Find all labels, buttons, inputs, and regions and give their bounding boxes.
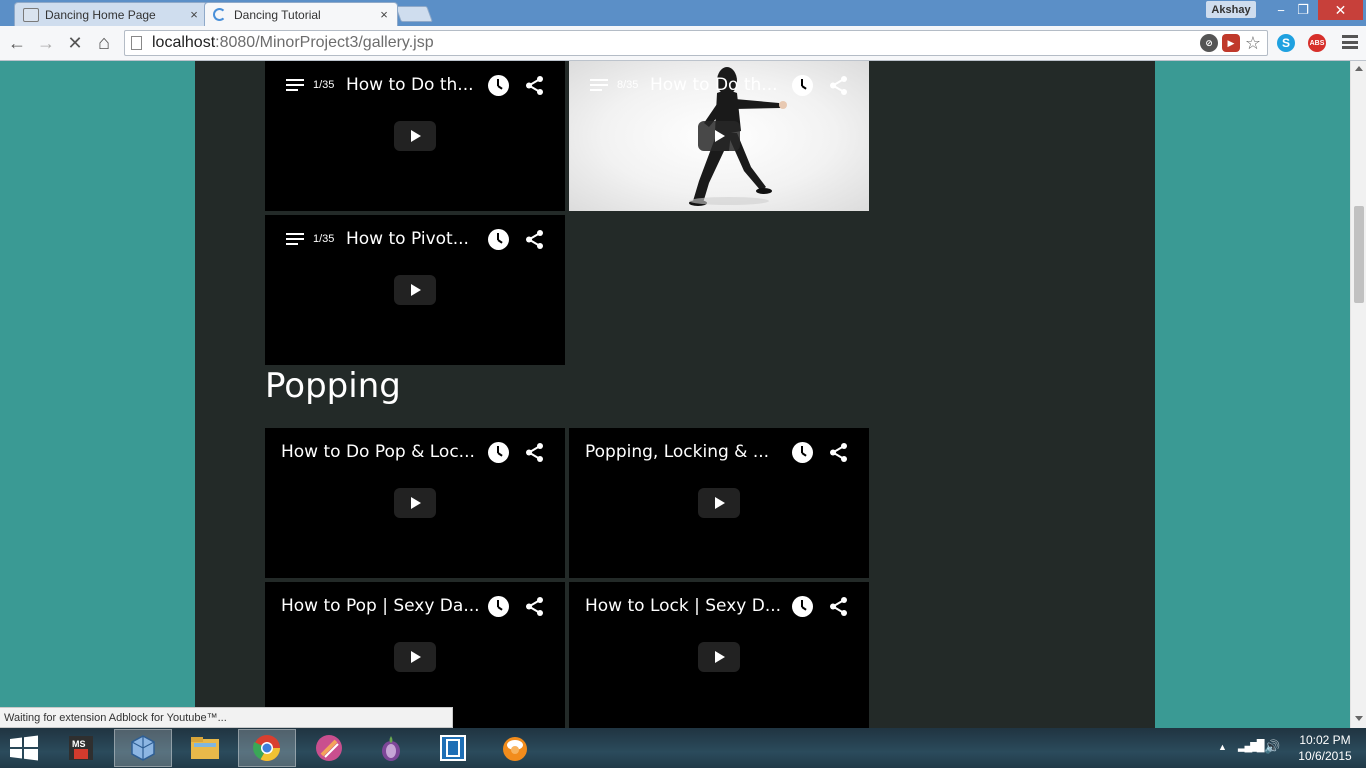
page-favicon-icon — [23, 7, 39, 22]
play-button[interactable] — [698, 642, 740, 672]
tray-overflow-icon[interactable]: ▲ — [1218, 742, 1227, 752]
profile-button[interactable]: Akshay — [1206, 1, 1256, 18]
page-icon — [131, 36, 142, 50]
watch-later-icon[interactable] — [792, 442, 813, 463]
video-embed[interactable]: Popping, Locking & ... — [569, 428, 869, 578]
share-icon[interactable] — [828, 442, 849, 463]
video-title[interactable]: How to Do th... — [650, 75, 778, 95]
scroll-up-arrow-icon[interactable] — [1355, 66, 1363, 71]
playlist-icon — [286, 233, 304, 247]
video-embed[interactable]: 1/35 How to Pivot... — [265, 215, 565, 365]
url-path: :8080/MinorProject3/gallery.jsp — [215, 34, 434, 51]
section-heading-popping: Popping — [265, 366, 401, 406]
share-icon[interactable] — [524, 75, 545, 96]
vertical-scrollbar[interactable] — [1350, 61, 1366, 728]
clock-date: 10/6/2015 — [1298, 749, 1352, 763]
tab-dancing-home-page[interactable]: Dancing Home Page × — [14, 2, 208, 26]
scrollbar-thumb[interactable] — [1354, 206, 1364, 303]
tor-icon[interactable] — [362, 729, 420, 767]
play-button[interactable] — [394, 275, 436, 305]
watch-later-icon[interactable] — [792, 75, 813, 96]
watch-later-icon[interactable] — [488, 442, 509, 463]
clock-time: 10:02 PM — [1299, 733, 1351, 747]
home-button[interactable]: ⌂ — [93, 32, 115, 54]
windows-start-icon[interactable] — [8, 735, 40, 761]
tab-label: Dancing Home Page — [45, 7, 156, 22]
playlist-count: 1/35 — [313, 233, 335, 245]
share-icon[interactable] — [524, 596, 545, 617]
status-bubble: Waiting for extension Adblock for Youtub… — [0, 707, 453, 728]
play-button[interactable] — [698, 488, 740, 518]
tab-close-icon[interactable]: × — [187, 7, 201, 22]
video-embed[interactable]: How to Do Pop & Loc... — [265, 428, 565, 578]
ms-office-icon[interactable]: MS — [52, 729, 110, 767]
media-player-icon[interactable] — [486, 729, 544, 767]
watch-later-icon[interactable] — [792, 596, 813, 617]
virtualbox-icon[interactable] — [114, 729, 172, 767]
tab-label: Dancing Tutorial — [234, 7, 321, 22]
forward-button[interactable]: → — [35, 32, 57, 54]
video-title[interactable]: How to Do Pop & Loc... — [281, 442, 475, 462]
play-button[interactable] — [394, 642, 436, 672]
share-icon[interactable] — [828, 596, 849, 617]
new-tab-button[interactable] — [395, 6, 433, 22]
adblock-icon[interactable]: ABS — [1308, 34, 1326, 52]
video-embed[interactable]: 1/35 How to Do th... — [265, 61, 565, 211]
playlist-icon — [286, 79, 304, 93]
browser-toolbar: ← → ✕ ⌂ localhost:8080/MinorProject3/gal… — [0, 26, 1366, 61]
tab-close-icon[interactable]: × — [377, 7, 391, 22]
watch-later-icon[interactable] — [488, 596, 509, 617]
skype-icon[interactable]: S — [1277, 34, 1295, 52]
video-title[interactable]: How to Do th... — [346, 75, 474, 95]
play-button[interactable] — [698, 121, 740, 151]
loading-spinner-icon — [213, 8, 226, 21]
file-explorer-icon[interactable] — [176, 729, 234, 767]
watch-later-icon[interactable] — [488, 75, 509, 96]
play-button[interactable] — [394, 121, 436, 151]
close-window-button[interactable]: ✕ — [1318, 0, 1363, 20]
volume-icon[interactable]: 🔊 — [1264, 739, 1280, 755]
network-signal-icon[interactable]: ▂▄▆█ — [1238, 739, 1264, 752]
video-title[interactable]: How to Pivot... — [346, 229, 469, 249]
playlist-count: 1/35 — [313, 79, 335, 91]
tab-dancing-tutorial[interactable]: Dancing Tutorial × — [204, 2, 398, 26]
url-host: localhost — [152, 34, 216, 51]
system-clock[interactable]: 10:02 PM 10/6/2015 — [1292, 732, 1358, 764]
windows-taskbar: MS ▲ ▂▄▆█ 🔊 10:02 PM 10/6/2015 — [0, 728, 1366, 768]
watch-later-icon[interactable] — [488, 229, 509, 250]
svg-text:MS: MS — [72, 739, 86, 749]
chrome-icon[interactable] — [238, 729, 296, 767]
stop-button[interactable]: ✕ — [64, 32, 86, 54]
share-icon[interactable] — [524, 442, 545, 463]
video-title[interactable]: Popping, Locking & ... — [585, 442, 769, 462]
video-title[interactable]: How to Pop | Sexy Da... — [281, 596, 480, 616]
chrome-menu-button[interactable] — [1342, 34, 1358, 50]
share-icon[interactable] — [524, 229, 545, 250]
page-viewport: 1/35 How to Do th... 8/35 How to Do th..… — [0, 61, 1350, 728]
restore-button[interactable]: ❐ — [1290, 0, 1316, 20]
app-icon[interactable] — [300, 729, 358, 767]
back-button[interactable]: ← — [6, 32, 28, 54]
scroll-down-arrow-icon[interactable] — [1355, 716, 1363, 721]
video-embed[interactable]: 8/35 How to Do th... — [569, 61, 869, 211]
video-title[interactable]: How to Lock | Sexy D... — [585, 596, 781, 616]
cancel-extension-icon[interactable]: ⊘ — [1200, 34, 1218, 52]
star-icon[interactable]: ☆ — [1244, 33, 1262, 53]
video-extension-icon[interactable]: ▶ — [1222, 34, 1240, 52]
browser-titlebar: Dancing Home Page × Dancing Tutorial × A… — [0, 0, 1366, 26]
video-embed[interactable]: How to Lock | Sexy D... — [569, 582, 869, 728]
play-button[interactable] — [394, 488, 436, 518]
playlist-count: 8/35 — [617, 79, 639, 91]
window-app-icon[interactable] — [424, 729, 482, 767]
address-bar[interactable]: localhost:8080/MinorProject3/gallery.jsp — [124, 30, 1268, 56]
share-icon[interactable] — [828, 75, 849, 96]
playlist-icon — [590, 79, 608, 93]
